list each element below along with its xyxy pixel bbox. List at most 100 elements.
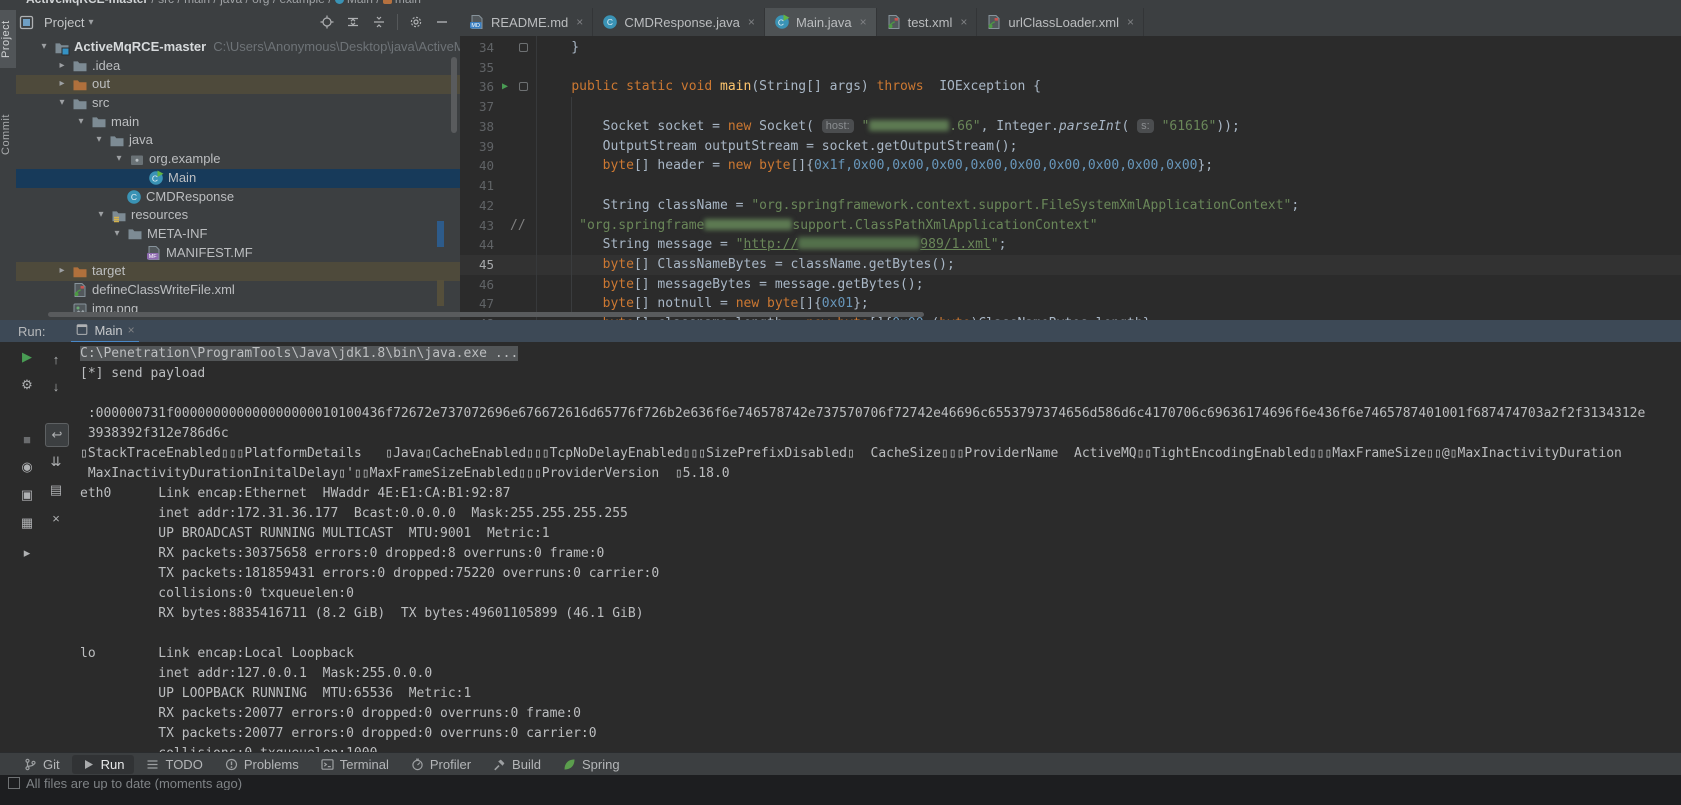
down-stack-trace-button[interactable]: ↓ <box>45 375 67 397</box>
horizontal-scrollbar[interactable] <box>48 312 924 317</box>
chevron-down-icon[interactable]: ▾ <box>112 150 126 169</box>
tab-readme-md[interactable]: MDREADME.md× <box>460 8 593 36</box>
stop-button[interactable]: ■ <box>16 428 38 450</box>
breadcrumb-segment[interactable]: src <box>158 0 174 6</box>
chevron-down-icon[interactable]: ▾ <box>37 38 51 57</box>
code-token: "61616" <box>1162 119 1217 134</box>
statusbar-item-profiler[interactable]: Profiler <box>401 755 481 774</box>
chevron-down-icon[interactable]: ▾ <box>110 225 124 244</box>
layout-button[interactable]: ▦ <box>16 512 38 534</box>
tree-item-cmdresponse[interactable]: C CMDResponse <box>16 188 460 207</box>
close-icon[interactable]: × <box>960 15 967 29</box>
checkbox-icon <box>8 777 20 789</box>
tree-item-resources[interactable]: ▾resources <box>16 206 460 225</box>
tree-item-manifest-mf[interactable]: MFMANIFEST.MF <box>16 244 460 263</box>
chevron-down-icon[interactable]: ▾ <box>94 206 108 225</box>
chevron-down-icon[interactable]: ▾ <box>55 94 69 113</box>
project-tool-icon <box>16 12 36 32</box>
close-icon[interactable]: × <box>1127 15 1134 29</box>
breadcrumb[interactable]: ActiveMqRCE-master / src / main / java /… <box>0 0 1681 8</box>
console-line: RX bytes:8835416711 (8.2 GiB) TX bytes:4… <box>80 604 1681 624</box>
expand-all-icon[interactable] <box>343 12 363 32</box>
folder-res-icon <box>111 208 127 224</box>
tree-item-label: CMDResponse <box>146 188 234 207</box>
breadcrumb-segment[interactable]: Main <box>347 0 373 6</box>
breadcrumb-segment[interactable]: org <box>252 0 269 6</box>
coverage-button[interactable]: ◉ <box>16 456 38 478</box>
code-token: )); <box>1216 119 1239 134</box>
tree-item-defineclasswritefile-xml[interactable]: defineClassWriteFile.xml <box>16 281 460 300</box>
breadcrumb-segment[interactable]: main <box>184 0 210 6</box>
statusbar-item-git[interactable]: Git <box>14 755 70 774</box>
statusbar-item-spring[interactable]: Spring <box>553 755 630 774</box>
svg-text:C: C <box>131 192 137 202</box>
statusbar-item-todo[interactable]: TODO <box>136 755 212 774</box>
tree-item-activemqrce-master[interactable]: ▾ActiveMqRCE-masterC:\Users\Anonymous\De… <box>16 38 460 57</box>
chevron-right-icon[interactable]: ▸ <box>55 75 69 94</box>
tree-item-label: defineClassWriteFile.xml <box>92 281 235 300</box>
project-panel-title[interactable]: Project <box>44 15 84 30</box>
tree-item--idea[interactable]: ▸.idea <box>16 57 460 76</box>
run-line-icon[interactable]: ▶ <box>502 77 508 97</box>
chevron-right-icon[interactable]: ▸ <box>55 262 69 281</box>
hide-icon[interactable] <box>432 12 452 32</box>
tree-item-java[interactable]: ▾java <box>16 131 460 150</box>
chevron-down-icon[interactable]: ▾ <box>88 17 93 28</box>
soft-wrap-button[interactable]: ↩ <box>45 423 69 447</box>
tree-item-main[interactable]: CMain <box>16 169 460 188</box>
tree-item-meta-inf[interactable]: ▾META-INF <box>16 225 460 244</box>
tree-item-org-example[interactable]: ▾org.example <box>16 150 460 169</box>
code-token: new byte <box>736 296 799 311</box>
scroll-to-end-button[interactable]: ⇊ <box>45 451 67 473</box>
statusbar-item-problems[interactable]: Problems <box>215 755 309 774</box>
up-stack-trace-button[interactable]: ↑ <box>45 348 67 370</box>
tab-cmdresponse-java[interactable]: CCMDResponse.java× <box>593 8 765 36</box>
fold-handle-icon[interactable] <box>519 82 528 91</box>
close-icon[interactable]: × <box>128 323 135 337</box>
breadcrumb-segment[interactable]: main <box>395 0 421 6</box>
tab-label: test.xml <box>908 15 953 30</box>
breadcrumb-segment[interactable]: example <box>280 0 325 6</box>
run-tab-main[interactable]: Main × <box>71 319 138 343</box>
close-icon[interactable]: × <box>748 15 755 29</box>
tree-item-target[interactable]: ▸target <box>16 262 460 281</box>
print-button[interactable]: ▤ <box>45 479 67 501</box>
tree-item-main[interactable]: ▾main <box>16 113 460 132</box>
statusbar-item-terminal[interactable]: Terminal <box>311 755 399 774</box>
code-editor[interactable]: 34 }3536▶ public static void main(String… <box>460 36 1681 320</box>
tree-item-out[interactable]: ▸out <box>16 75 460 94</box>
close-icon[interactable]: × <box>576 15 583 29</box>
clear-all-button[interactable]: × <box>45 507 67 529</box>
tab-test-xml[interactable]: test.xml × <box>877 8 978 36</box>
tree-vertical-scrollbar[interactable] <box>451 57 457 133</box>
dump-threads-button[interactable]: ▣ <box>16 484 38 506</box>
stripe-item-project[interactable]: Project <box>0 10 16 68</box>
settings-icon[interactable] <box>406 12 426 32</box>
chevron-right-icon[interactable]: ▸ <box>55 57 69 76</box>
collapse-all-icon[interactable] <box>369 12 389 32</box>
build-icon <box>493 758 506 771</box>
tab-urlclassloader-xml[interactable]: urlClassLoader.xml× <box>977 8 1144 36</box>
run-console-output[interactable]: C:\Penetration\ProgramTools\Java\jdk1.8\… <box>80 344 1681 752</box>
line-number: 37 <box>460 97 494 117</box>
code-line: 41 <box>460 176 1681 196</box>
statusbar-item-build[interactable]: Build <box>483 755 551 774</box>
edit-configuration-button[interactable]: ⚙ <box>16 374 38 396</box>
code-text: } <box>540 38 579 58</box>
fold-handle-icon[interactable] <box>519 43 528 52</box>
rerun-button[interactable]: ▶ <box>16 346 38 368</box>
tree-item-src[interactable]: ▾src <box>16 94 460 113</box>
close-icon[interactable]: × <box>860 15 867 29</box>
chevron-down-icon[interactable]: ▾ <box>74 113 88 132</box>
statusbar-item-label: Spring <box>582 757 620 772</box>
pin-button[interactable]: ▸ <box>16 542 38 564</box>
locate-icon[interactable] <box>317 12 337 32</box>
chevron-down-icon[interactable]: ▾ <box>92 131 106 150</box>
statusbar-item-run[interactable]: Run <box>72 755 135 774</box>
stripe-item-commit[interactable]: Commit <box>0 106 16 164</box>
code-token: Socket( <box>759 119 822 134</box>
tab-main-java[interactable]: CMain.java× <box>765 8 877 36</box>
breadcrumb-segment[interactable]: java <box>220 0 242 6</box>
breadcrumb-segment[interactable]: ActiveMqRCE-master <box>26 0 148 6</box>
file-mf-icon: MF <box>146 245 162 261</box>
